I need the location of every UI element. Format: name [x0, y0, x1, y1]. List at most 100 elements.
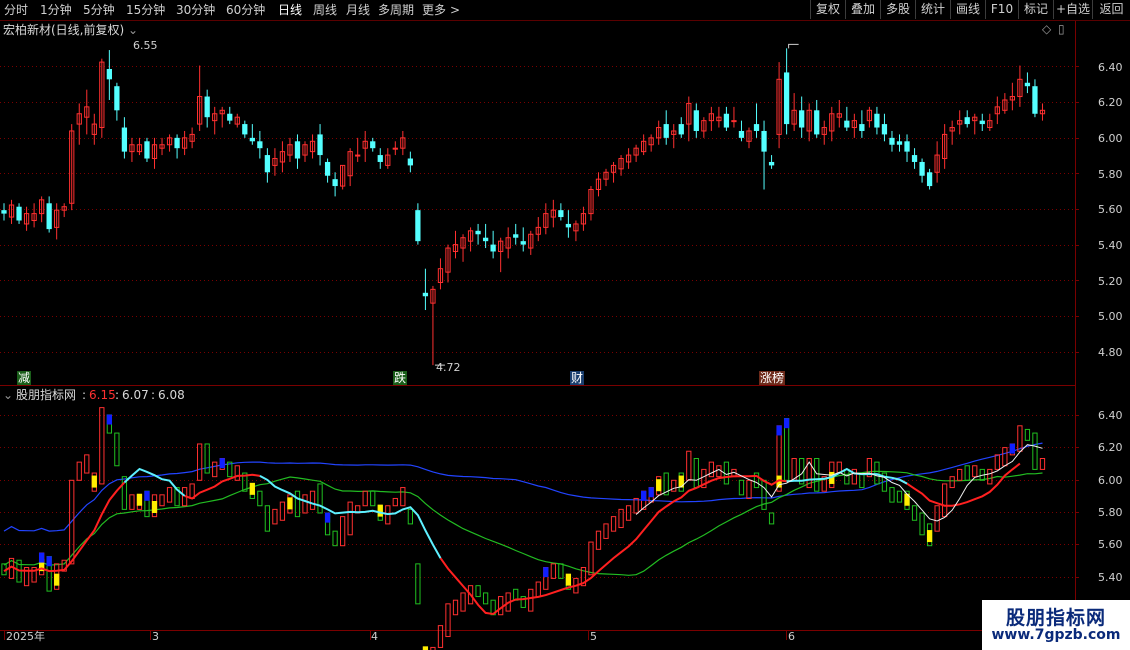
- indicator-blue-block: [324, 512, 331, 523]
- indicator-block: [708, 461, 715, 478]
- indicator-block: [415, 563, 421, 605]
- indicator-block: [482, 592, 489, 605]
- indicator-block: [738, 479, 745, 496]
- x-tick: 6: [788, 630, 795, 643]
- indicator-block: [212, 461, 218, 478]
- y-tick: 6.20: [1098, 96, 1123, 109]
- indicator-block: [498, 596, 504, 616]
- candle-body-down: [1, 210, 7, 214]
- high-price-pointer: [788, 43, 799, 49]
- y-tick: 5.00: [1098, 310, 1123, 323]
- indicator-block: [814, 458, 820, 492]
- candle-body-down: [926, 172, 933, 187]
- indicator-blue-block: [106, 414, 112, 425]
- indicator-value-1: 6.15: [89, 388, 116, 402]
- indicator-blue-block: [783, 418, 790, 429]
- indicator-block: [550, 563, 556, 579]
- candle-body-down: [896, 141, 903, 145]
- candle-body-down: [1024, 82, 1031, 87]
- indicator-block: [957, 468, 963, 481]
- title-dropdown-icon[interactable]: ⌄: [128, 23, 138, 37]
- indicator-blue-block: [641, 490, 647, 501]
- candle-body-down: [904, 141, 910, 152]
- event-marker-fall[interactable]: 跌: [393, 371, 408, 385]
- indicator-block: [362, 490, 368, 507]
- candle-body-down: [257, 141, 263, 149]
- indicator-yellow-block: [136, 493, 143, 506]
- indicator-block: [445, 603, 451, 638]
- indicator-block: [791, 458, 797, 481]
- indicator-yellow-block: [565, 573, 572, 586]
- indicator-yellow-block: [91, 475, 97, 488]
- candle-body-down: [565, 223, 572, 228]
- indicator-block: [1039, 458, 1046, 470]
- indicator-block: [392, 497, 398, 507]
- indicator-block: [76, 461, 82, 481]
- indicator-value-2: 6.07: [122, 388, 149, 402]
- candle-body-down: [738, 130, 745, 138]
- candle-body-down: [520, 241, 526, 245]
- indicator-block: [671, 479, 677, 492]
- maximize-icon[interactable]: ▯: [1058, 22, 1065, 36]
- candle-body-down: [693, 110, 699, 131]
- candle-body-up: [392, 147, 398, 150]
- indicator-blue-block: [1009, 443, 1016, 454]
- event-marker-finance[interactable]: 财: [570, 371, 585, 385]
- diamond-icon[interactable]: ◇: [1042, 22, 1051, 36]
- indicator-block: [746, 479, 752, 499]
- candle-body-down: [46, 203, 52, 230]
- candle-body-down: [422, 292, 429, 297]
- indicator-block: [987, 468, 993, 485]
- indicator-block: [460, 592, 466, 612]
- y-tick: 5.80: [1098, 168, 1123, 181]
- y-tick: 6.00: [1098, 474, 1123, 487]
- indicator-block: [407, 508, 413, 525]
- candle-body-down: [242, 124, 248, 135]
- candle-body-down: [204, 96, 210, 118]
- ma-cyan-line: [259, 475, 442, 559]
- candle-body-down: [919, 161, 925, 176]
- candle-body-down: [16, 206, 22, 221]
- candle-body-down: [979, 120, 985, 125]
- ma-red-line: [891, 462, 1021, 507]
- indicator-block: [264, 505, 271, 532]
- candle-body-down: [859, 124, 865, 131]
- candle-body-down: [513, 234, 519, 238]
- indicator-block: [633, 497, 639, 514]
- y-tick: 5.60: [1098, 538, 1123, 551]
- indicator-block: [279, 501, 286, 521]
- indicator-block: [919, 512, 925, 536]
- indicator-dropdown-icon[interactable]: ⌄: [3, 388, 13, 402]
- candle-body-down: [370, 141, 376, 149]
- indicator-block: [964, 465, 970, 481]
- candle-body-down: [264, 155, 271, 173]
- candle-body-down: [814, 110, 820, 135]
- candle-body-down: [761, 130, 767, 152]
- event-marker-limit-up[interactable]: 涨榜: [759, 371, 786, 385]
- high-price-label: 6.55: [133, 39, 158, 52]
- indicator-block: [400, 487, 406, 507]
- x-tick: 4: [371, 630, 378, 643]
- ma-red-line: [184, 473, 261, 500]
- y-tick: 5.40: [1098, 571, 1123, 584]
- indicator-yellow-block: [422, 646, 429, 650]
- candle-body-up: [355, 154, 361, 157]
- indicator-block: [84, 454, 90, 474]
- indicator-block: [129, 494, 135, 510]
- indicator-block: [1017, 425, 1023, 452]
- indicator-block: [588, 541, 594, 576]
- indicator-block: [452, 599, 459, 616]
- indicator-colon: :: [82, 388, 87, 402]
- y-tick: 6.40: [1098, 61, 1123, 74]
- indicator-block: [693, 458, 699, 489]
- candle-body-up: [731, 120, 737, 123]
- indicator-block: [302, 494, 308, 514]
- candle-body-down: [844, 120, 850, 128]
- kline-chart[interactable]: [0, 0, 1130, 650]
- candle-body-down: [911, 155, 918, 162]
- indicator-block: [197, 443, 203, 481]
- candle-body-down: [558, 210, 564, 218]
- candle-body-down: [294, 141, 301, 159]
- indicator-yellow-block: [54, 573, 60, 586]
- event-marker-reduce[interactable]: 减: [17, 371, 32, 385]
